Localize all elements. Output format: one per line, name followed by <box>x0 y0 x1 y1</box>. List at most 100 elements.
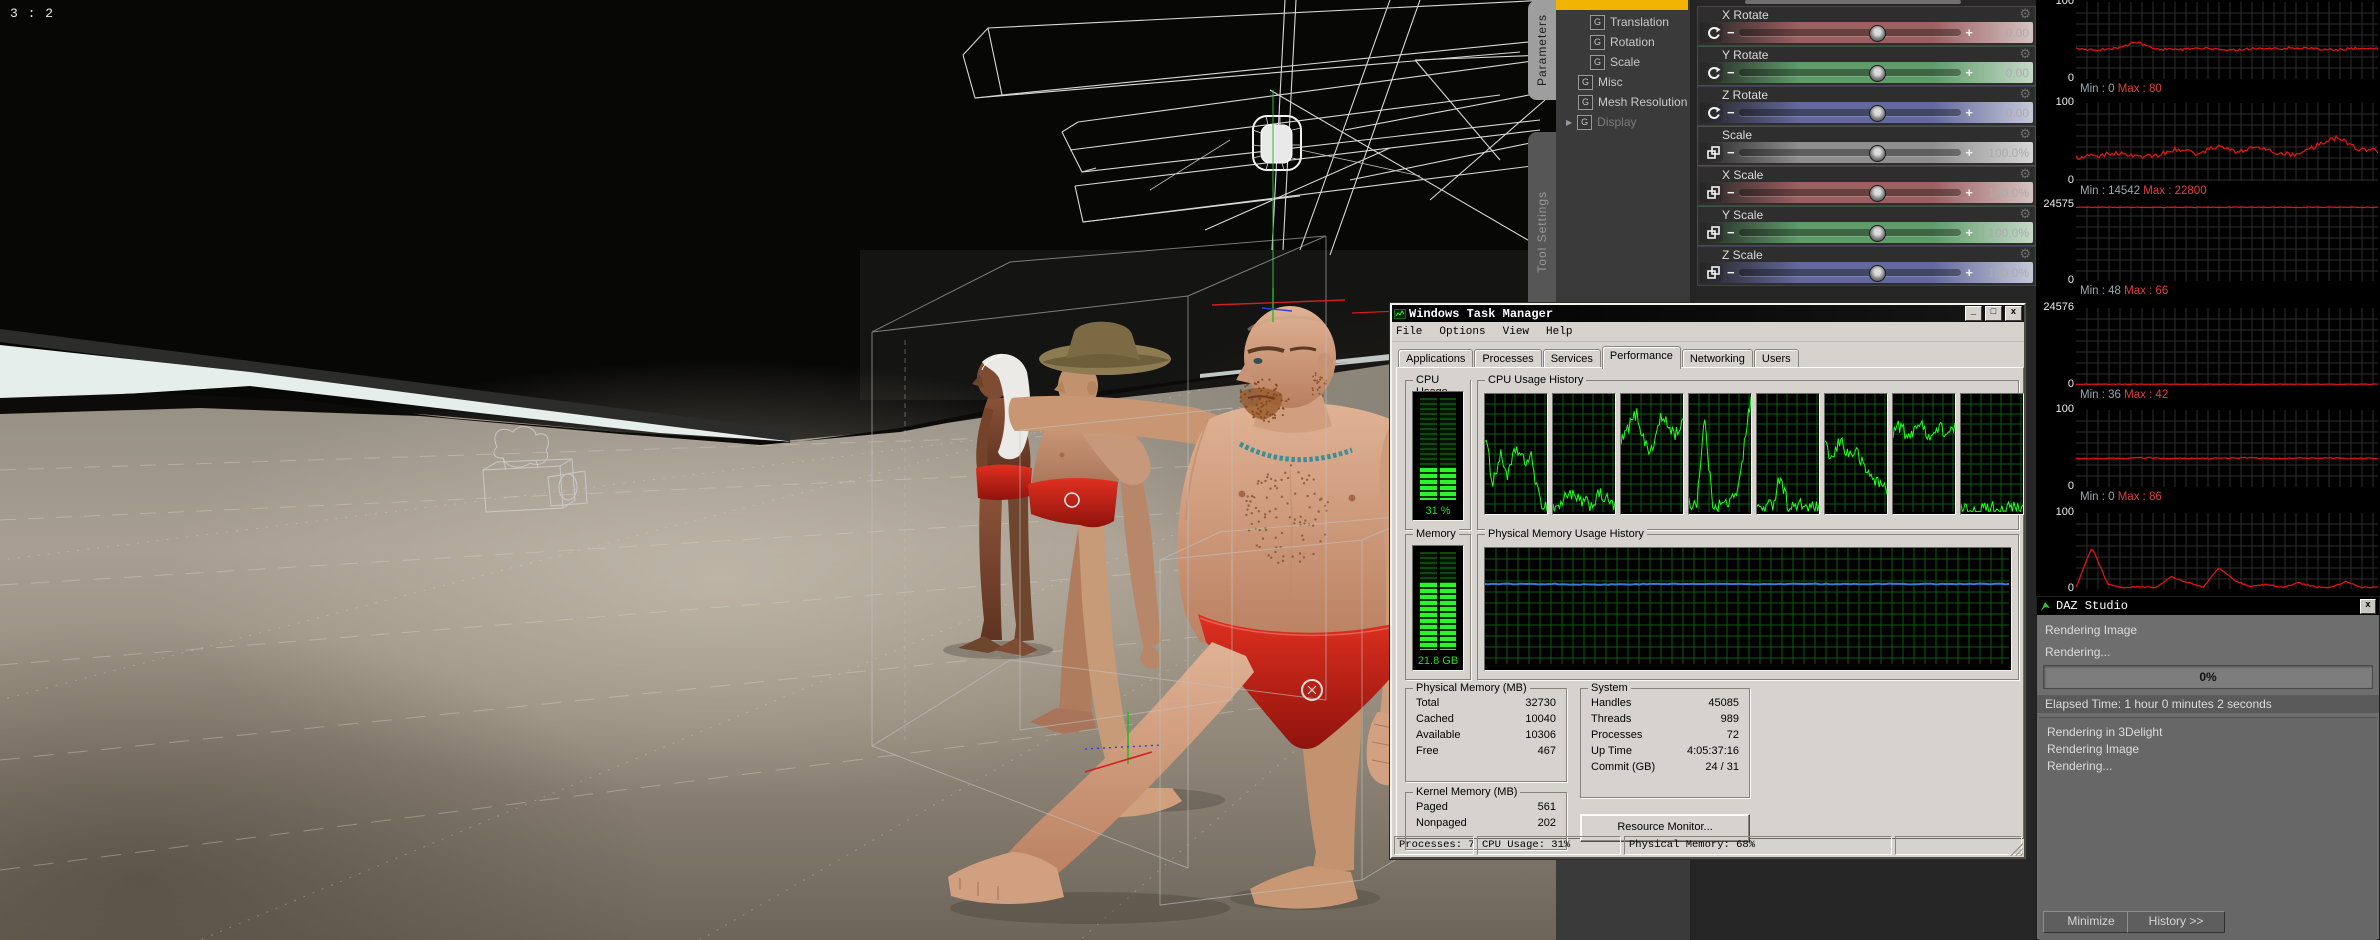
maximize-icon[interactable]: □ <box>1985 306 2002 321</box>
menu-file[interactable]: File <box>1396 326 1422 338</box>
tab-applications[interactable]: Applications <box>1398 349 1474 368</box>
slider-track[interactable] <box>1738 145 1962 162</box>
tree-item-misc[interactable]: G Misc <box>1578 72 1623 92</box>
monitor-chart-6 <box>2075 513 2379 589</box>
increment-button[interactable]: + <box>1965 63 1973 82</box>
slider-thumb[interactable] <box>1868 225 1886 242</box>
tree-item-translation[interactable]: G Translation <box>1590 12 1669 32</box>
dock-tab-parameters[interactable]: Parameters <box>1528 0 1556 100</box>
monitor-chart-1 <box>2075 2 2379 79</box>
slider-track[interactable] <box>1738 185 1962 202</box>
group-icon: G <box>1578 74 1593 90</box>
increment-button[interactable]: + <box>1965 263 1973 282</box>
menu-view[interactable]: View <box>1503 326 1529 338</box>
slider-thumb[interactable] <box>1868 265 1886 282</box>
tree-item-rotation[interactable]: G Rotation <box>1590 32 1655 52</box>
gear-icon[interactable]: ⚙ <box>2019 6 2031 22</box>
gear-icon[interactable]: ⚙ <box>2019 246 2031 262</box>
group-icon: G <box>1577 114 1593 130</box>
slider-value: 0.00 <box>2005 105 2029 120</box>
stat-label: Free <box>1416 745 1439 757</box>
led-column <box>1439 398 1456 500</box>
history-button[interactable]: History >> <box>2127 911 2225 933</box>
decrement-button[interactable]: − <box>1727 183 1735 202</box>
stat-value: 32730 <box>1525 697 1556 709</box>
slider-thumb[interactable] <box>1868 25 1886 42</box>
expand-arrow-icon[interactable]: ▶ <box>1566 118 1572 127</box>
gear-icon[interactable]: ⚙ <box>2019 126 2031 142</box>
minimize-icon[interactable]: _ <box>1965 306 1982 321</box>
dock-tab-tool-settings[interactable]: Tool Settings <box>1528 132 1556 332</box>
slider-thumb[interactable] <box>1868 185 1886 202</box>
increment-button[interactable]: + <box>1965 23 1973 42</box>
menu-help[interactable]: Help <box>1546 326 1572 338</box>
resize-grip[interactable] <box>2010 843 2023 856</box>
tree-item-scale[interactable]: G Scale <box>1590 52 1640 72</box>
slider-row-y-rotate: Y Rotate ⚙ − +0.00 <box>1697 46 2036 86</box>
max-value: Max : 42 <box>2124 389 2169 401</box>
render-log[interactable]: Rendering in 3Delight Rendering Image Rend… <box>2039 717 2377 940</box>
tab-users[interactable]: Users <box>1753 349 1799 368</box>
menu-options[interactable]: Options <box>1439 326 1485 338</box>
tab-services[interactable]: Services <box>1542 349 1601 368</box>
cpu-usage-group: CPU Usage 31 % <box>1405 374 1471 530</box>
viewport-3d[interactable]: 3 : 2 <box>0 0 1810 940</box>
decrement-button[interactable]: − <box>1727 263 1735 282</box>
tree-item-label: Rotation <box>1610 35 1655 49</box>
gear-icon[interactable]: ⚙ <box>2019 46 2031 62</box>
min-value: Min : 0 <box>2080 83 2118 95</box>
slider-thumb[interactable] <box>1868 105 1886 122</box>
chart-minmax-caption: Min : 0 Max : 86 <box>2080 491 2162 503</box>
system-group: System Handles 45085 Threads 989 Processes 72… <box>1580 682 1750 798</box>
increment-button[interactable]: + <box>1965 183 1973 202</box>
stat-value: 467 <box>1537 745 1556 757</box>
slider-bar: − +100.0% <box>1700 182 2033 203</box>
decrement-button[interactable]: − <box>1727 143 1735 162</box>
dialog-titlebar[interactable]: DAZ Studio x <box>2037 597 2379 615</box>
y-axis-zero-label: 0 <box>2067 274 2074 286</box>
slider-label: Y Scale <box>1722 208 1764 222</box>
minimize-button[interactable]: Minimize <box>2043 911 2139 933</box>
gear-icon[interactable]: ⚙ <box>2019 166 2031 182</box>
stat-label: Paged <box>1416 801 1448 813</box>
decrement-button[interactable]: − <box>1727 223 1735 242</box>
y-axis-max-label: 24575 <box>2043 198 2074 210</box>
decrement-button[interactable]: − <box>1727 103 1735 122</box>
increment-button[interactable]: + <box>1965 103 1973 122</box>
slider-track[interactable] <box>1738 225 1962 242</box>
tree-item-mesh-resolution[interactable]: G Mesh Resolution <box>1578 92 1687 112</box>
stat-row: Commit (GB) 24 / 31 <box>1591 761 1739 773</box>
slider-track[interactable] <box>1738 105 1962 122</box>
performance-tab-page: CPU Usage 31 % CPU Usage History Memory … <box>1396 367 2024 850</box>
slider-label: Z Rotate <box>1722 88 1769 102</box>
window-title: Windows Task Manager <box>1409 306 1554 321</box>
tree-selected-row[interactable] <box>1556 0 1712 10</box>
slider-thumb[interactable] <box>1868 65 1886 82</box>
close-icon[interactable]: x <box>2005 306 2022 321</box>
slider-track[interactable] <box>1738 65 1962 82</box>
decrement-button[interactable]: − <box>1727 63 1735 82</box>
increment-button[interactable]: + <box>1965 143 1973 162</box>
slider-value: 0.00 <box>2005 25 2029 40</box>
tab-networking[interactable]: Networking <box>1681 349 1753 368</box>
memory-group: Memory 21.8 GB <box>1405 528 1471 680</box>
tab-processes[interactable]: Processes <box>1474 349 1542 368</box>
gear-icon[interactable]: ⚙ <box>2019 206 2031 222</box>
tree-item-display[interactable]: ▶ G Display <box>1566 112 1637 132</box>
task-manager-window[interactable]: Windows Task Manager _ □ x File Options Vi… <box>1390 303 2026 859</box>
task-manager-titlebar[interactable]: Windows Task Manager _ □ x <box>1392 305 2024 322</box>
slider-thumb[interactable] <box>1868 145 1886 162</box>
cpu-core-history-chart <box>1892 393 1956 515</box>
menu-bar: File Options View Help <box>1392 322 2024 342</box>
slider-value: 0.00 <box>2005 65 2029 80</box>
slider-track[interactable] <box>1738 25 1962 42</box>
daz-logo-icon <box>2041 601 2050 611</box>
close-icon[interactable]: x <box>2360 598 2376 614</box>
increment-button[interactable]: + <box>1965 223 1973 242</box>
gear-icon[interactable]: ⚙ <box>2019 86 2031 102</box>
slider-bar: − +0.00 <box>1700 22 2033 43</box>
group-icon: G <box>1590 34 1605 50</box>
slider-track[interactable] <box>1738 265 1962 282</box>
tab-performance[interactable]: Performance <box>1601 346 1681 369</box>
decrement-button[interactable]: − <box>1727 23 1735 42</box>
